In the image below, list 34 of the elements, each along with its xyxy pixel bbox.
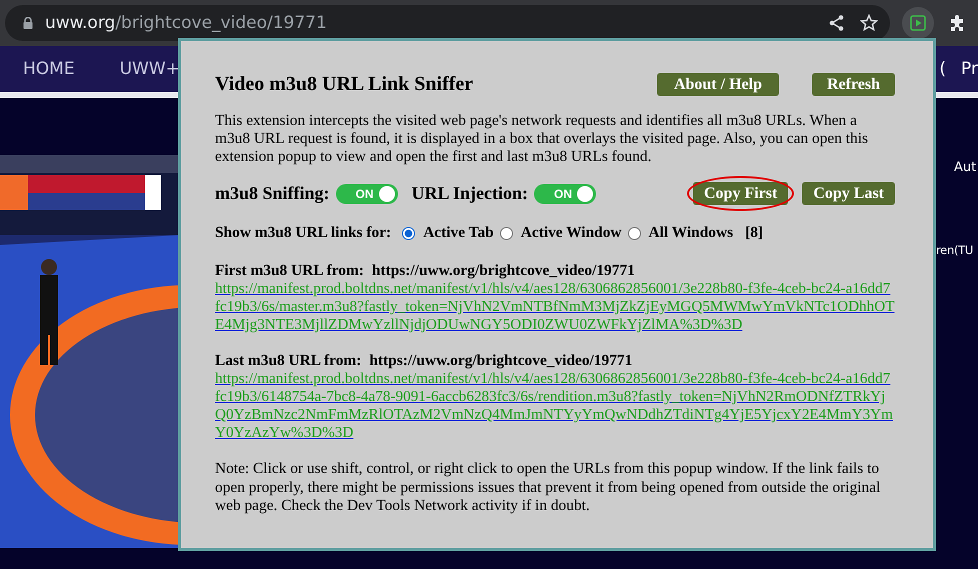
popup-title: Video m3u8 URL Link Sniffer xyxy=(215,73,474,96)
page-text: Aut xyxy=(953,160,978,175)
copy-last-button[interactable]: Copy Last xyxy=(802,182,895,205)
play-icon xyxy=(909,14,927,32)
extension-button[interactable] xyxy=(902,7,934,39)
nav-link[interactable]: Pr xyxy=(961,59,978,79)
source-url: https://uww.org/brightcove_video/19771 xyxy=(369,352,632,370)
note-text: Note: Click or use shift, control, or right click to open the URLs from this popup window. If the link fails to open properly, there might be permissions issues that prevent it from being opened from outside the original web page. Check the Dev Tools Network activity if in doubt. xyxy=(215,460,882,516)
section-label: First m3u8 URL from: xyxy=(215,262,364,280)
radio-label[interactable]: Active Window xyxy=(520,224,622,242)
lock-icon xyxy=(23,17,33,29)
share-icon[interactable] xyxy=(828,14,846,32)
star-icon[interactable] xyxy=(860,14,878,32)
radio-button[interactable] xyxy=(402,226,416,240)
radio-button[interactable] xyxy=(628,226,641,240)
url-text: uww.org/brightcove_video/19771 xyxy=(45,13,327,33)
section-label: Last m3u8 URL from: xyxy=(215,352,362,370)
nav-link[interactable]: UWW+ xyxy=(120,59,180,79)
url-count: [8] xyxy=(745,224,764,242)
radio-button[interactable] xyxy=(500,226,513,240)
page-text: ren(TU xyxy=(936,243,974,257)
nav-link[interactable]: HOME xyxy=(23,59,75,79)
refresh-button[interactable]: Refresh xyxy=(812,73,895,96)
source-url: https://uww.org/brightcove_video/19771 xyxy=(372,262,635,280)
copy-first-button[interactable]: Copy First xyxy=(692,182,788,205)
radio-label[interactable]: All Windows xyxy=(648,224,734,242)
about-help-button[interactable]: About / Help xyxy=(656,73,779,96)
radio-label[interactable]: Active Tab xyxy=(423,224,494,242)
toggle-label: URL Injection: xyxy=(412,183,528,204)
address-bar[interactable]: uww.org/brightcove_video/19771 xyxy=(5,5,890,41)
nav-link[interactable]: ( xyxy=(939,59,946,79)
radio-group-label: Show m3u8 URL links for: xyxy=(215,224,392,242)
description-text: This extension intercepts the visited web page's network requests and identifies all m3u8 URLs. When a m3u8 URL request is found, it is displayed in a box that overlays the visited page. Also, you can open this extension popup to view and open the first and last m3u8 URLs found. xyxy=(215,112,870,166)
toggle-label: m3u8 Sniffing: xyxy=(215,183,330,204)
